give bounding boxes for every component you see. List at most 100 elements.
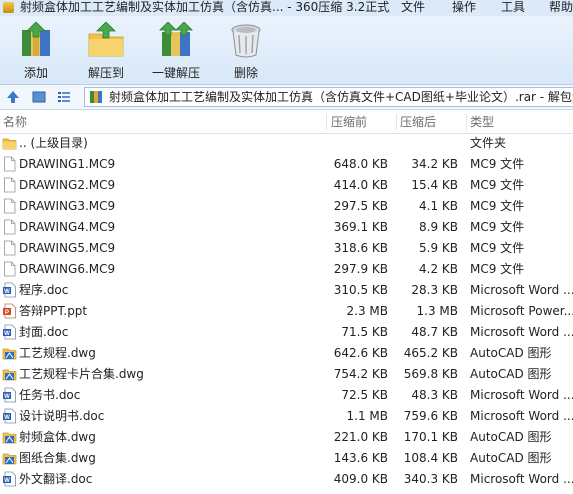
column-compressed[interactable]: 压缩后 bbox=[400, 111, 436, 133]
file-row[interactable]: DRAWING2.MC9 414.0 KB 15.4 KB MC9 文件 bbox=[0, 175, 573, 196]
menu-help[interactable]: 帮助 bbox=[549, 0, 573, 15]
file-name: DRAWING3.MC9 bbox=[19, 199, 116, 213]
file-type: Microsoft Word ... bbox=[470, 472, 573, 486]
file-row[interactable]: DRAWING5.MC9 318.6 KB 5.9 KB MC9 文件 bbox=[0, 238, 573, 259]
file-name: 答辩PPT.ppt bbox=[19, 304, 88, 318]
file-row[interactable]: W 设计说明书.doc 1.1 MB 759.6 KB Microsoft Word .… bbox=[0, 406, 573, 427]
extract-to-folder-icon bbox=[88, 22, 124, 57]
add-label: 添加 bbox=[23, 66, 48, 80]
column-size[interactable]: 压缩前 bbox=[331, 111, 367, 133]
up-level-icon[interactable] bbox=[5, 89, 21, 105]
file-type: Microsoft Word ... bbox=[470, 388, 573, 402]
add-archive-icon bbox=[22, 22, 50, 56]
menu-tools[interactable]: 工具 bbox=[501, 0, 525, 15]
file-size: 297.9 KB bbox=[333, 262, 388, 276]
file-name: DRAWING1.MC9 bbox=[19, 157, 116, 171]
one-click-extract-button[interactable]: 一键解压 bbox=[150, 22, 202, 82]
file-compressed-size: 8.9 KB bbox=[419, 220, 458, 234]
svg-text:W: W bbox=[4, 415, 10, 421]
column-divider[interactable] bbox=[466, 114, 467, 130]
file-row[interactable]: W 封面.doc 71.5 KB 48.7 KB Microsoft Word ... bbox=[0, 322, 573, 343]
file-row[interactable]: 工艺规程.dwg 642.6 KB 465.2 KB AutoCAD 图形 bbox=[0, 343, 573, 364]
file-compressed-size: 465.2 KB bbox=[403, 346, 458, 360]
file-type: MC9 文件 bbox=[470, 178, 525, 192]
file-compressed-size: 108.4 KB bbox=[403, 451, 458, 465]
one-click-extract-icon bbox=[159, 22, 193, 56]
window-title: 射频盒体加工工艺编制及实体加工仿真（含仿真... - 360压缩 3.2正式版 bbox=[20, 0, 390, 14]
file-name: 图纸合集.dwg bbox=[19, 451, 96, 465]
file-size: 1.1 MB bbox=[346, 409, 388, 423]
column-name[interactable]: 名称 bbox=[3, 111, 27, 133]
file-size: 143.6 KB bbox=[333, 451, 388, 465]
file-size: 2.3 MB bbox=[346, 304, 388, 318]
file-type: MC9 文件 bbox=[470, 157, 525, 171]
extract-to-button[interactable]: 解压到 bbox=[84, 22, 128, 82]
file-row[interactable]: 工艺规程卡片合集.dwg 754.2 KB 569.8 KB AutoCAD 图形 bbox=[0, 364, 573, 385]
file-size: 369.1 KB bbox=[333, 220, 388, 234]
address-path: 射频盒体加工工艺编制及实体加工仿真（含仿真文件+CAD图纸+毕业论文）.rar … bbox=[109, 90, 573, 104]
file-list: .. (上级目录) 文件夹 DRAWING1.MC9 648.0 KB 34.2 KB M… bbox=[0, 133, 573, 490]
file-name: 工艺规程卡片合集.dwg bbox=[19, 367, 144, 381]
column-type[interactable]: 类型 bbox=[470, 111, 494, 133]
file-row[interactable]: .. (上级目录) 文件夹 bbox=[0, 133, 573, 154]
app-logo-icon bbox=[3, 2, 14, 13]
thumbnail-view-icon[interactable] bbox=[31, 89, 47, 105]
file-compressed-size: 48.7 KB bbox=[411, 325, 458, 339]
file-size: 72.5 KB bbox=[341, 388, 388, 402]
svg-text:W: W bbox=[4, 394, 10, 400]
file-name: DRAWING4.MC9 bbox=[19, 220, 116, 234]
file-compressed-size: 340.3 KB bbox=[403, 472, 458, 486]
file-compressed-size: 4.2 KB bbox=[419, 262, 458, 276]
file-size: 409.0 KB bbox=[333, 472, 388, 486]
one-click-extract-label: 一键解压 bbox=[151, 66, 200, 80]
column-divider[interactable] bbox=[396, 114, 397, 130]
file-row[interactable]: DRAWING6.MC9 297.9 KB 4.2 KB MC9 文件 bbox=[0, 259, 573, 280]
file-row[interactable]: DRAWING4.MC9 369.1 KB 8.9 KB MC9 文件 bbox=[0, 217, 573, 238]
file-type: AutoCAD 图形 bbox=[470, 451, 552, 465]
column-divider[interactable] bbox=[326, 114, 327, 130]
file-name: 设计说明书.doc bbox=[19, 409, 105, 423]
file-compressed-size: 5.9 KB bbox=[419, 241, 458, 255]
file-type: AutoCAD 图形 bbox=[470, 346, 552, 360]
file-type: MC9 文件 bbox=[470, 241, 525, 255]
column-header: 名称 压缩前 压缩后 类型 bbox=[0, 111, 573, 134]
svg-text:W: W bbox=[4, 478, 10, 484]
file-row[interactable]: 图纸合集.dwg 143.6 KB 108.4 KB AutoCAD 图形 bbox=[0, 448, 573, 469]
trash-bin-icon bbox=[231, 24, 261, 58]
file-type: AutoCAD 图形 bbox=[470, 367, 552, 381]
file-row[interactable]: W 任务书.doc 72.5 KB 48.3 KB Microsoft Word ... bbox=[0, 385, 573, 406]
file-name: 程序.doc bbox=[19, 283, 69, 297]
file-row[interactable]: DRAWING1.MC9 648.0 KB 34.2 KB MC9 文件 bbox=[0, 154, 573, 175]
file-size: 221.0 KB bbox=[333, 430, 388, 444]
list-view-icon[interactable] bbox=[56, 89, 72, 105]
file-name: DRAWING2.MC9 bbox=[19, 178, 116, 192]
delete-button[interactable]: 删除 bbox=[226, 22, 266, 82]
file-row[interactable]: 射频盒体.dwg 221.0 KB 170.1 KB AutoCAD 图形 bbox=[0, 427, 573, 448]
address-bar: 射频盒体加工工艺编制及实体加工仿真（含仿真文件+CAD图纸+毕业论文）.rar … bbox=[0, 85, 573, 110]
file-type: MC9 文件 bbox=[470, 262, 525, 276]
file-row[interactable]: W 程序.doc 310.5 KB 28.3 KB Microsoft Word ... bbox=[0, 280, 573, 301]
file-name: 射频盒体.dwg bbox=[19, 430, 96, 444]
file-type: Microsoft Word ... bbox=[470, 409, 573, 423]
file-size: 318.6 KB bbox=[333, 241, 388, 255]
delete-label: 删除 bbox=[233, 66, 258, 80]
extract-to-label: 解压到 bbox=[87, 66, 124, 80]
file-size: 648.0 KB bbox=[333, 157, 388, 171]
file-name: DRAWING5.MC9 bbox=[19, 241, 116, 255]
title-bar: 射频盒体加工工艺编制及实体加工仿真（含仿真... - 360压缩 3.2正式版 … bbox=[0, 0, 573, 16]
svg-text:W: W bbox=[4, 289, 10, 295]
file-type: Microsoft Word ... bbox=[470, 325, 573, 339]
rar-archive-icon bbox=[90, 91, 102, 103]
file-size: 754.2 KB bbox=[333, 367, 388, 381]
file-compressed-size: 34.2 KB bbox=[411, 157, 458, 171]
file-type: AutoCAD 图形 bbox=[470, 430, 552, 444]
file-name: 外文翻译.doc bbox=[19, 472, 93, 486]
address-path-field[interactable]: 射频盒体加工工艺编制及实体加工仿真（含仿真文件+CAD图纸+毕业论文）.rar … bbox=[84, 87, 573, 107]
menu-operate[interactable]: 操作 bbox=[452, 0, 476, 15]
menu-file[interactable]: 文件 bbox=[401, 0, 425, 15]
file-row[interactable]: W 外文翻译.doc 409.0 KB 340.3 KB Microsoft Word … bbox=[0, 469, 573, 490]
toolbar: 添加 解压到 一键解压 删除 bbox=[0, 16, 573, 85]
file-row[interactable]: P 答辩PPT.ppt 2.3 MB 1.3 MB Microsoft Power... bbox=[0, 301, 573, 322]
add-button[interactable]: 添加 bbox=[14, 22, 58, 82]
file-row[interactable]: DRAWING3.MC9 297.5 KB 4.1 KB MC9 文件 bbox=[0, 196, 573, 217]
